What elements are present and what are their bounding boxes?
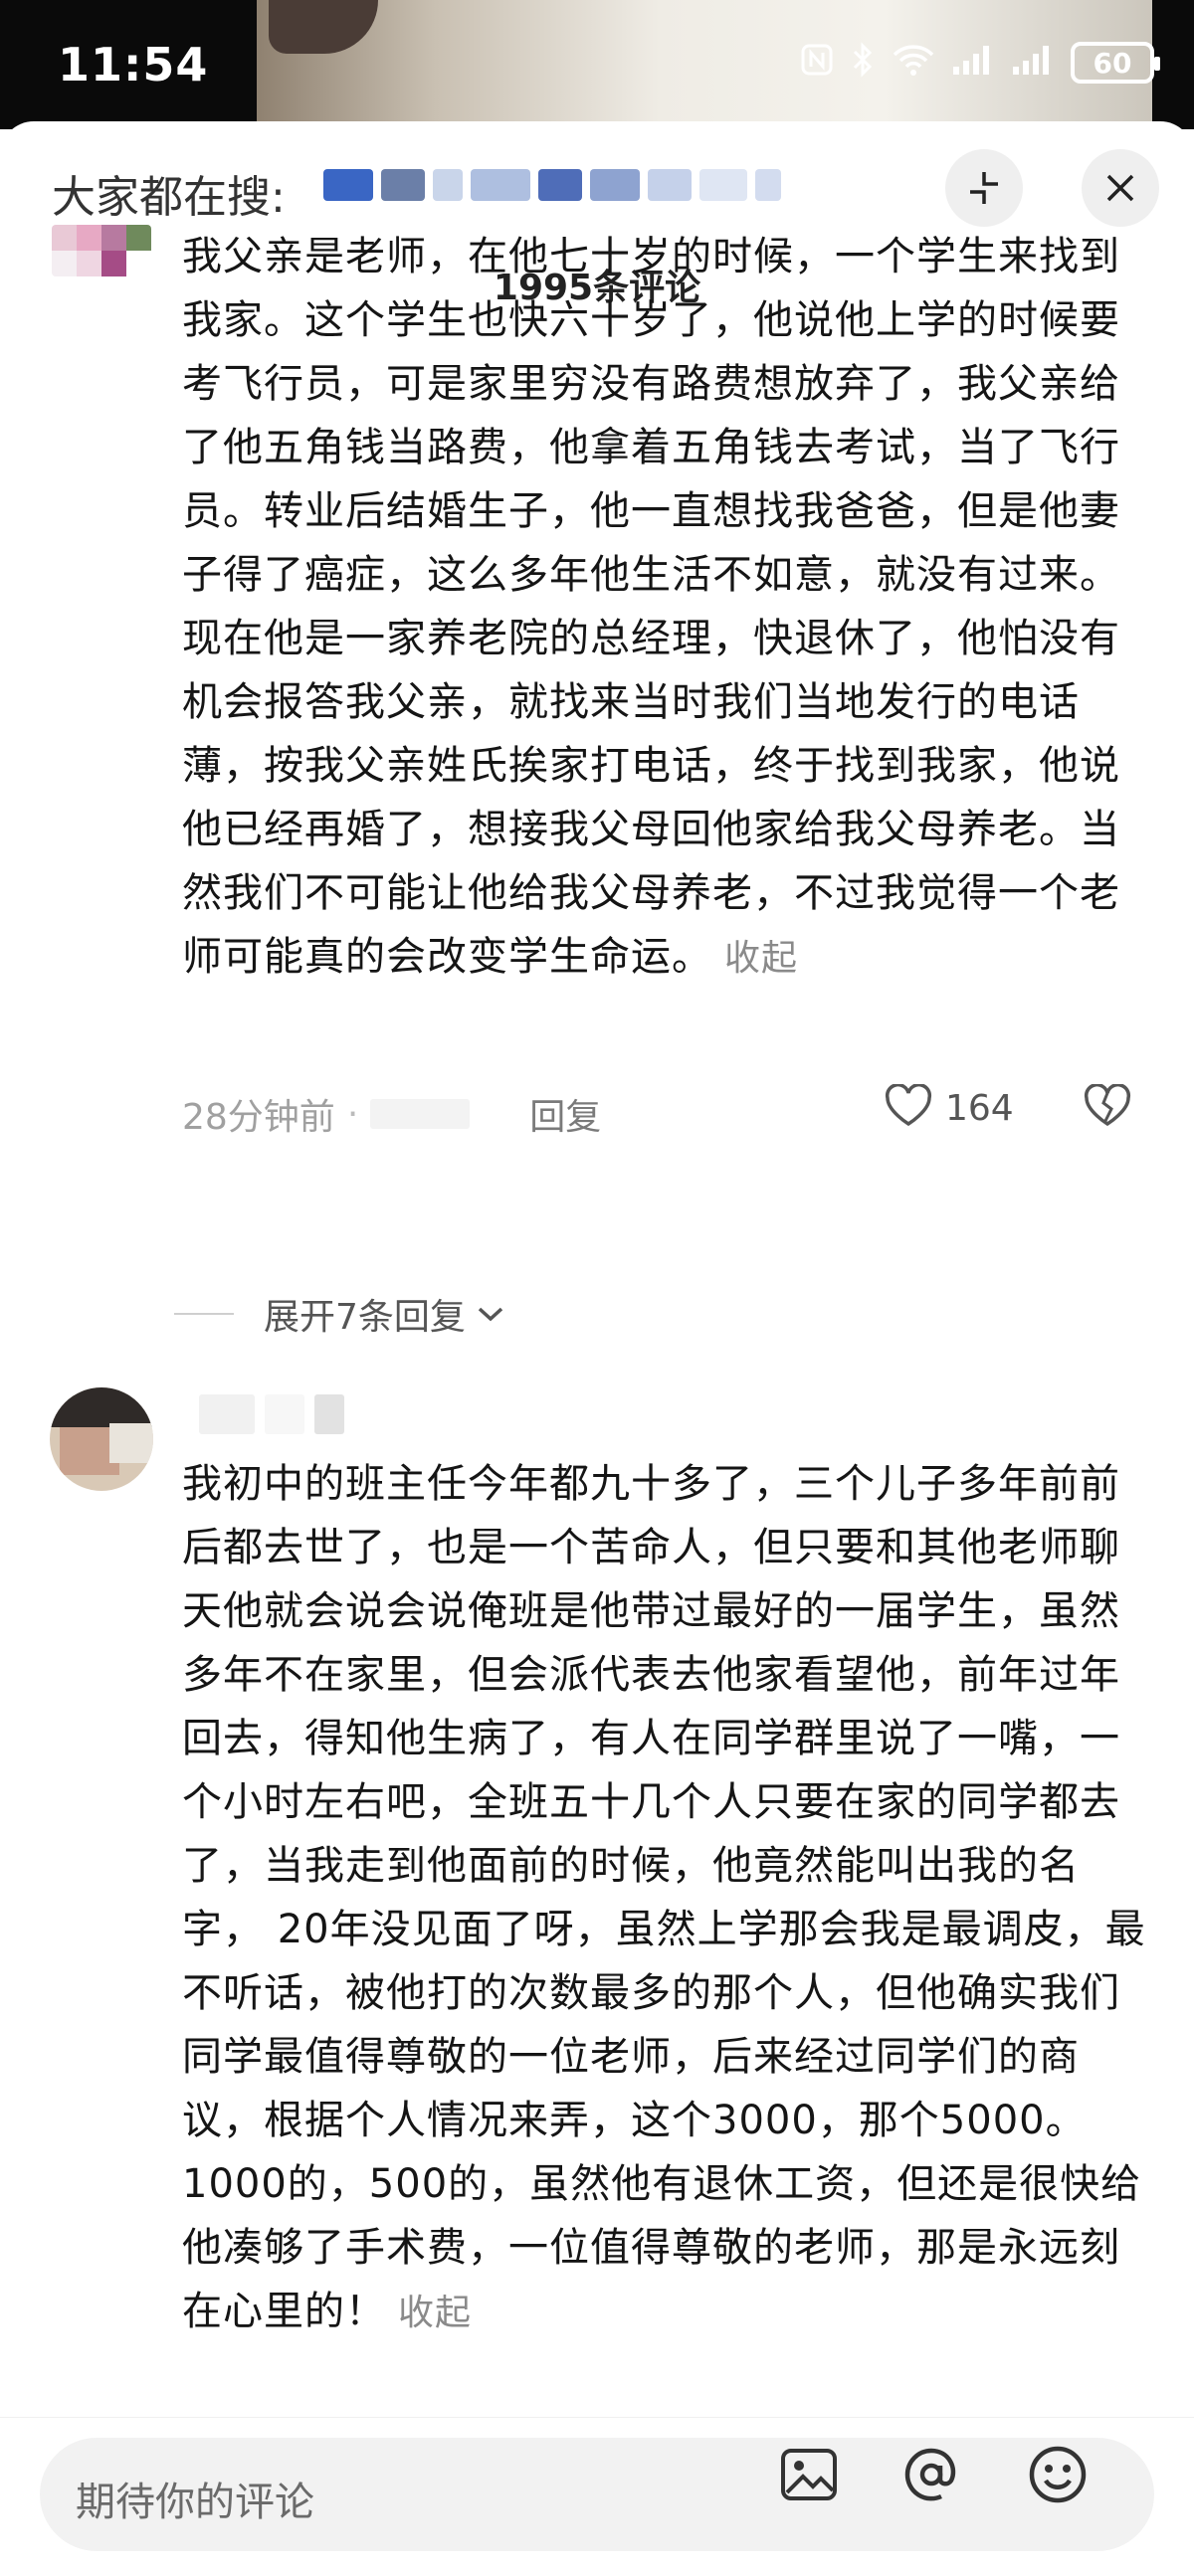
signal-icon — [951, 43, 995, 83]
location-redacted — [370, 1099, 471, 1129]
comment-time: 28分钟前 — [182, 1097, 335, 1138]
comment-text: 我父亲是老师，在他七十岁的时候，一个学生来找到我家。这个学生也快六十岁了，他说他… — [182, 225, 1157, 991]
search-hint-label[interactable]: 大家都在搜: — [52, 161, 286, 225]
nfc-icon — [800, 43, 834, 83]
status-bar: 11:54 60 — [0, 0, 1194, 129]
at-icon[interactable] — [898, 2442, 964, 2507]
separator-dot: · — [346, 1093, 359, 1135]
comment-body: 我初中的班主任今年都九十多了，三个儿子多年前前后都去世了，也是一个苦命人，但只要… — [182, 1461, 1146, 2334]
close-icon[interactable] — [1082, 149, 1159, 227]
comment-input-placeholder: 期待你的评论 — [76, 2480, 314, 2525]
username-redacted[interactable] — [199, 1394, 344, 1434]
search-hint-redacted[interactable] — [323, 169, 781, 205]
avatar[interactable] — [52, 225, 151, 276]
status-time: 11:54 — [58, 38, 209, 92]
comment-input-bar: 期待你的评论 — [0, 2417, 1194, 2576]
comment-body: 我父亲是老师，在他七十岁的时候，一个学生来找到我家。这个学生也快六十岁了，他说他… — [182, 234, 1120, 980]
dislike-icon[interactable] — [1083, 1083, 1132, 1132]
bluetooth-icon — [850, 42, 876, 84]
collapse-link[interactable]: 收起 — [724, 938, 798, 979]
battery-icon: 60 — [1071, 42, 1160, 84]
expand-replies-label: 展开7条回复 — [264, 1297, 466, 1338]
expand-replies[interactable]: 展开7条回复 — [174, 1288, 505, 1340]
divider-line — [174, 1313, 234, 1315]
comment-input[interactable]: 期待你的评论 — [40, 2438, 1154, 2551]
chevron-down-icon — [476, 1298, 505, 1331]
comment-sheet: 大家都在搜: 1995条评论 我父亲是老师，在他七十岁的时候，一个学生来找到我家… — [0, 121, 1194, 2576]
comment-meta: 28分钟前 · 回复 164 — [182, 1083, 1137, 1144]
image-icon[interactable] — [776, 2442, 842, 2507]
reply-button[interactable]: 回复 — [529, 1088, 601, 1140]
heart-icon — [884, 1083, 933, 1132]
wifi-icon — [892, 43, 935, 83]
collapse-icon[interactable] — [945, 149, 1023, 227]
avatar[interactable] — [50, 1387, 153, 1491]
signal-icon — [1011, 43, 1055, 83]
status-icons: 60 — [800, 42, 1160, 84]
collapse-link[interactable]: 收起 — [398, 2293, 472, 2333]
emoji-icon[interactable] — [1025, 2442, 1091, 2507]
like-button[interactable]: 164 — [884, 1083, 1014, 1132]
like-count: 164 — [945, 1087, 1014, 1129]
comment-text: 我初中的班主任今年都九十多了，三个儿子多年前前后都去世了，也是一个苦命人，但只要… — [182, 1452, 1157, 2345]
